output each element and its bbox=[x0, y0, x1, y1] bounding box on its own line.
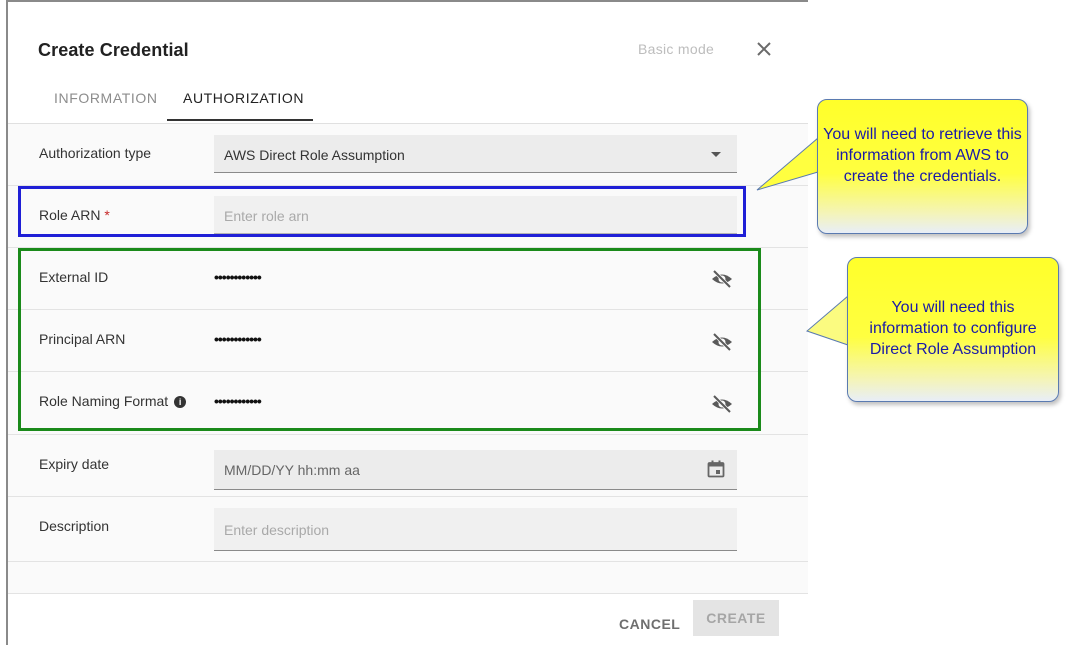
basic-mode-link[interactable]: Basic mode bbox=[638, 41, 714, 57]
description-placeholder: Enter description bbox=[224, 522, 330, 538]
dropdown-arrow-icon bbox=[711, 152, 721, 157]
direct-role-fields-highlight-box bbox=[18, 248, 761, 431]
window-left-edge bbox=[0, 0, 8, 645]
expiry-date-input[interactable]: MM/DD/YY hh:mm aa bbox=[214, 450, 737, 490]
calendar-icon[interactable] bbox=[706, 459, 726, 479]
active-tab-indicator bbox=[167, 119, 313, 121]
expiry-date-placeholder: MM/DD/YY hh:mm aa bbox=[224, 462, 360, 478]
authorization-type-select[interactable]: AWS Direct Role Assumption bbox=[214, 135, 737, 173]
authorization-type-value: AWS Direct Role Assumption bbox=[224, 147, 405, 163]
authorization-type-label: Authorization type bbox=[39, 145, 152, 161]
role-arn-callout-text: You will need to retrieve this informati… bbox=[823, 126, 1022, 185]
tab-authorization[interactable]: AUTHORIZATION bbox=[183, 90, 304, 106]
row-description: Description Enter description bbox=[8, 497, 808, 562]
description-label: Description bbox=[39, 518, 110, 534]
role-arn-callout: You will need to retrieve this informati… bbox=[817, 99, 1028, 234]
direct-role-callout: You will need this information to config… bbox=[847, 257, 1059, 402]
expiry-date-label: Expiry date bbox=[39, 456, 110, 472]
close-icon[interactable] bbox=[752, 37, 776, 61]
role-arn-highlight-box bbox=[18, 186, 746, 237]
dialog-title: Create Credential bbox=[38, 40, 189, 60]
row-authorization-type: Authorization type AWS Direct Role Assum… bbox=[8, 124, 808, 186]
tab-information[interactable]: INFORMATION bbox=[54, 90, 158, 106]
create-button[interactable]: CREATE bbox=[693, 600, 779, 636]
direct-role-callout-text: You will need this information to config… bbox=[869, 299, 1037, 358]
description-input[interactable]: Enter description bbox=[214, 508, 737, 551]
dialog-footer: CANCEL CREATE bbox=[8, 593, 808, 646]
row-expiry-date: Expiry date MM/DD/YY hh:mm aa bbox=[8, 435, 808, 497]
cancel-button[interactable]: CANCEL bbox=[619, 616, 680, 632]
